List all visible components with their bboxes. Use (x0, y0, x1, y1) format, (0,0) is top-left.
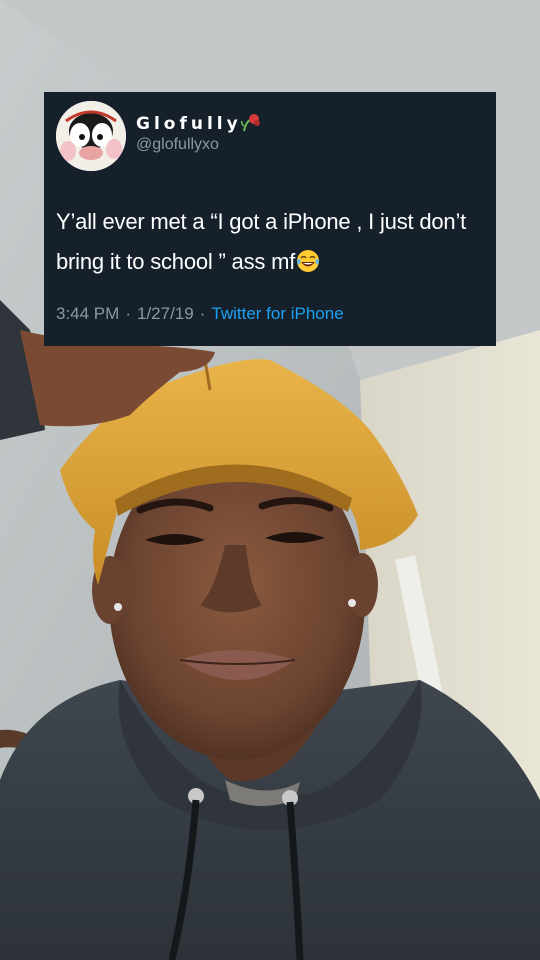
video-frame: Glofully @glofullyxo Y’all ever met a “I… (0, 0, 540, 960)
display-name-text: Glofully (136, 114, 242, 134)
ear-right (346, 553, 378, 617)
face-with-tears-of-joy-icon (297, 250, 320, 272)
tweet-time[interactable]: 3:44 PM (56, 304, 119, 323)
tweet-card[interactable]: Glofully @glofullyxo Y’all ever met a “I… (44, 92, 496, 346)
display-name[interactable]: Glofully (136, 112, 262, 134)
tweet-text-body: Y’all ever met a “I got a iPhone , I jus… (56, 209, 467, 274)
tweet-text: Y’all ever met a “I got a iPhone , I jus… (56, 202, 488, 282)
meta-separator: · (125, 304, 131, 323)
earring-right (348, 599, 356, 607)
wilted-flower-icon (240, 114, 260, 132)
handle[interactable]: @glofullyxo (136, 136, 219, 154)
avatar[interactable] (56, 101, 126, 171)
avatar-cartoon-image (56, 101, 126, 171)
tweet-source-link[interactable]: Twitter for iPhone (211, 304, 343, 323)
earring-left (114, 603, 122, 611)
tweet-date[interactable]: 1/27/19 (137, 304, 194, 323)
meta-separator: · (199, 304, 206, 323)
tweet-meta: 3:44 PM · 1/27/19 · Twitter for iPhone (56, 304, 344, 324)
